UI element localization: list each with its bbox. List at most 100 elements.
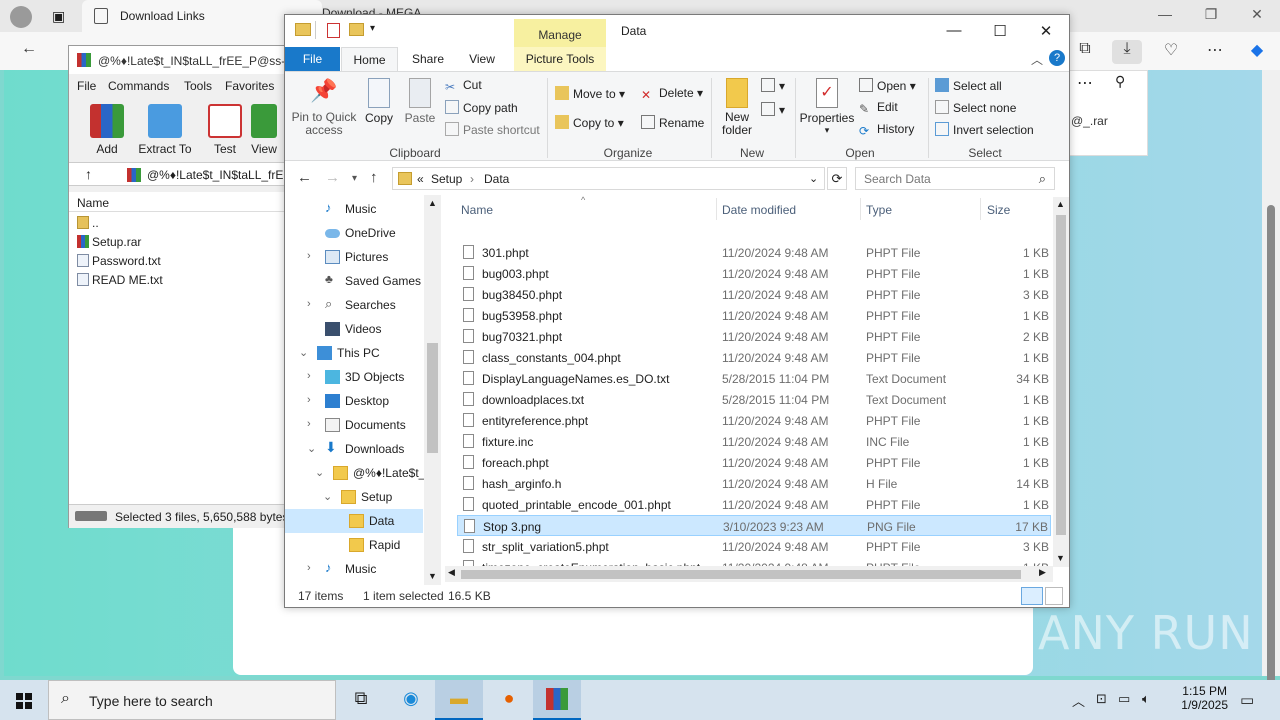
manage-contextual-tab[interactable]: Manage (514, 19, 606, 47)
table-row[interactable]: fixture.inc 11/20/2024 9:48 AM INC File 1 K… (457, 431, 1051, 452)
profile-avatar[interactable] (10, 6, 32, 28)
table-row[interactable]: bug38450.phpt 11/20/2024 9:48 AM PHPT File… (457, 284, 1051, 305)
nav-item-3d-objects[interactable]: › 3D Objects (285, 365, 423, 389)
address-bar[interactable]: « Setup › Data ⌄ (392, 167, 825, 190)
table-row[interactable]: bug003.phpt 11/20/2024 9:48 AM PHPT File 1 … (457, 263, 1051, 284)
nav-item-documents[interactable]: › Documents (285, 413, 423, 437)
table-row[interactable]: foreach.phpt 11/20/2024 9:48 AM PHPT File 1… (457, 452, 1051, 473)
chevron-down-icon[interactable]: ⌄ (315, 466, 324, 479)
chevron-right-icon[interactable]: › (307, 250, 311, 262)
breadcrumb-overflow[interactable]: « (417, 172, 424, 186)
tab-home[interactable]: Home (341, 47, 398, 71)
list-item[interactable]: Setup.rar (77, 235, 141, 253)
nav-item-rapid[interactable]: Rapid (285, 533, 423, 557)
properties-qat-icon[interactable] (327, 23, 340, 38)
cut-button[interactable]: ✂ Cut (445, 78, 482, 94)
table-row[interactable]: DisplayLanguageNames.es_DO.txt 5/28/2015 … (457, 368, 1051, 389)
nav-item-saved-games[interactable]: ♣ Saved Games (285, 269, 423, 293)
browser-restore-button[interactable]: ❐ (1188, 6, 1234, 26)
breadcrumb-data[interactable]: Data (484, 172, 509, 186)
scroll-thumb[interactable] (427, 343, 438, 453)
file-explorer-app-icon[interactable]: ▬ (435, 680, 483, 720)
chevron-right-icon[interactable]: › (307, 370, 311, 382)
recent-locations-icon[interactable]: ▾ (352, 173, 357, 184)
new-item-button[interactable]: ▾ (761, 78, 785, 93)
table-row[interactable]: entityreference.phpt 11/20/2024 9:48 AM PH… (457, 410, 1051, 431)
paste-shortcut-button[interactable]: Paste shortcut (445, 122, 540, 137)
network-icon[interactable]: ▭ (1118, 691, 1130, 707)
winrar-titlebar[interactable]: @%♦!Late$t_IN$taLL_frEE_P@ss--- (69, 46, 293, 74)
nav-item-setup[interactable]: ⌄ Setup (285, 485, 423, 509)
column-name[interactable]: Name (77, 196, 109, 210)
chevron-right-icon[interactable]: › (307, 562, 311, 574)
invert-selection-button[interactable]: Invert selection (935, 122, 1034, 137)
downloads-icon[interactable]: ⤓ (1112, 40, 1142, 64)
chevron-down-icon[interactable]: ⌄ (323, 490, 332, 503)
column-separator[interactable] (716, 198, 717, 220)
scroll-up-icon[interactable]: ▲ (1056, 199, 1065, 209)
scroll-thumb[interactable] (461, 570, 1021, 579)
pin-icon[interactable]: ⚲ (1115, 73, 1125, 90)
scroll-down-icon[interactable]: ▼ (1056, 553, 1065, 563)
add-button[interactable]: Add (79, 104, 135, 156)
table-row[interactable]: str_split_variation5.phpt 11/20/2024 9:48… (457, 536, 1051, 557)
test-button[interactable]: Test (197, 104, 253, 156)
scroll-left-icon[interactable]: ◀ (448, 567, 455, 578)
new-folder-button[interactable]: New folder (717, 78, 757, 137)
scroll-thumb[interactable] (1056, 215, 1066, 535)
tab-picture-tools[interactable]: Picture Tools (514, 47, 606, 71)
large-icons-view-icon[interactable] (1045, 587, 1063, 605)
refresh-icon[interactable]: ⟳ (827, 167, 847, 190)
menu-commands[interactable]: Commands (108, 79, 169, 93)
history-button[interactable]: ⟳ History (859, 122, 914, 138)
new-folder-qat-icon[interactable] (349, 23, 364, 36)
chevron-right-icon[interactable]: › (307, 418, 311, 430)
performance-icon[interactable]: ♡ (1156, 40, 1186, 64)
nav-item-downloads[interactable]: ⌄ ⬇ Downloads (285, 437, 423, 461)
rename-button[interactable]: Rename (641, 115, 704, 130)
show-hidden-icons-icon[interactable]: ︿ (1072, 691, 1085, 710)
start-button[interactable] (0, 680, 48, 720)
nav-item-pictures[interactable]: › Pictures (285, 245, 423, 269)
paste-button[interactable]: Paste (401, 78, 439, 125)
nav-item-onedrive[interactable]: OneDrive (285, 221, 423, 245)
view-button[interactable]: View (249, 104, 279, 156)
pin-to-quick-access-button[interactable]: 📌 Pin to Quick access (289, 78, 359, 137)
winrar-app-icon[interactable] (533, 680, 581, 720)
collections-icon[interactable]: ⧉ (1070, 40, 1100, 64)
list-item[interactable]: READ ME.txt (77, 273, 163, 291)
select-none-button[interactable]: Select none (935, 100, 1016, 115)
help-icon[interactable]: ? (1049, 50, 1065, 66)
back-icon[interactable]: ← (14, 40, 44, 64)
open-button[interactable]: Open ▾ (859, 78, 916, 93)
table-row[interactable]: class_constants_004.phpt 11/20/2024 9:48 … (457, 347, 1051, 368)
chevron-right-icon[interactable]: › (307, 394, 311, 406)
table-row[interactable]: bug70321.phpt 11/20/2024 9:48 AM PHPT File… (457, 326, 1051, 347)
download-item-name[interactable]: @_.rar (1071, 114, 1108, 128)
copilot-icon[interactable]: ◆ (1242, 40, 1272, 64)
tab-file[interactable]: File (285, 47, 340, 71)
volume-icon[interactable]: 🔈︎ (1142, 691, 1150, 707)
back-arrow-icon[interactable]: ← (297, 169, 312, 186)
nav-item-archive-folder[interactable]: ⌄ @%♦!Late$t_ (285, 461, 425, 485)
nav-scrollbar[interactable]: ▲ ▼ (424, 195, 441, 585)
browser-close-button[interactable]: ✕ (1234, 6, 1280, 26)
browser-scrollbar[interactable] (1262, 70, 1280, 720)
column-header-date[interactable]: Date modified (722, 203, 796, 217)
search-input[interactable]: Search Data ⌕ (855, 167, 1055, 190)
list-item[interactable]: Password.txt (77, 254, 161, 272)
copy-path-button[interactable]: Copy path (445, 100, 518, 115)
usb-icon[interactable]: ⊡ (1096, 691, 1107, 707)
up-arrow-icon[interactable]: ↑ (370, 169, 378, 186)
extract-to-button[interactable]: Extract To (137, 104, 193, 156)
nav-item-data[interactable]: Data (285, 509, 423, 533)
horizontal-scrollbar[interactable]: ◀ ▶ (445, 566, 1053, 582)
maximize-button[interactable]: ☐ (977, 19, 1023, 45)
copy-button[interactable]: Copy (359, 78, 399, 125)
nav-item-music-2[interactable]: › ♪ Music (285, 557, 423, 581)
task-view-icon[interactable]: ⧉ (337, 680, 385, 720)
select-all-button[interactable]: Select all (935, 78, 1002, 93)
file-list-scrollbar[interactable]: ▲ ▼ (1053, 197, 1069, 567)
winrar-column-header[interactable]: Name (69, 192, 285, 212)
up-arrow-icon[interactable]: ↑ (85, 166, 92, 182)
